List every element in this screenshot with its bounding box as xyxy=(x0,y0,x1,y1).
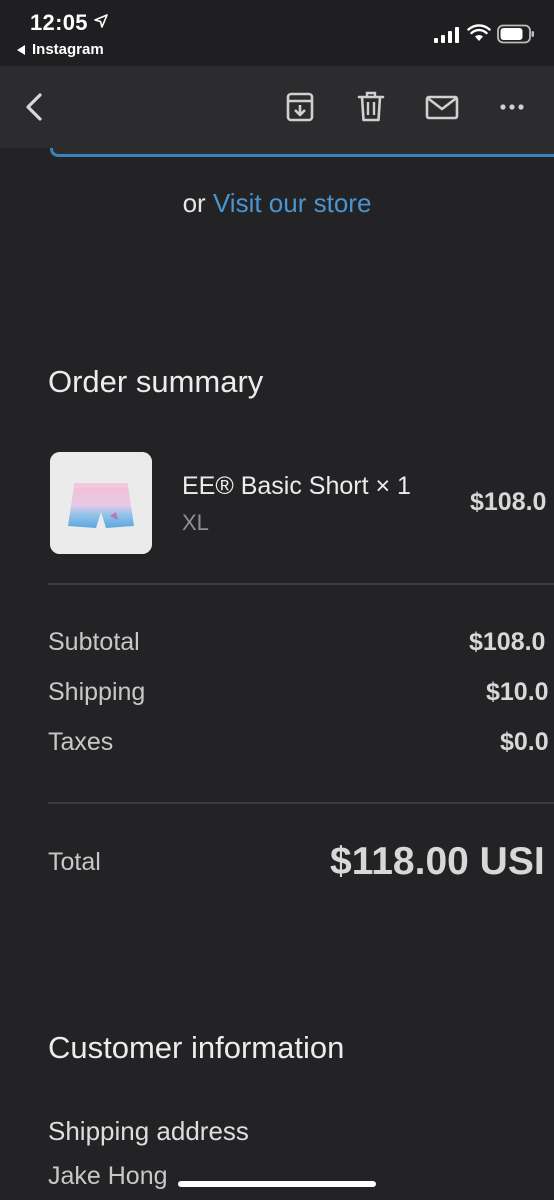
customer-name: Jake Hong xyxy=(48,1162,168,1190)
visit-store-prefix: or xyxy=(182,188,206,218)
status-bar: 12:05 Instagram xyxy=(0,0,554,66)
total-label: Total xyxy=(48,848,101,876)
trash-icon xyxy=(357,91,385,122)
shorts-image xyxy=(50,452,152,554)
delete-button[interactable] xyxy=(351,87,391,127)
product-thumbnail xyxy=(50,452,152,554)
mail-icon xyxy=(425,95,459,120)
product-price: $108.0 xyxy=(470,488,547,516)
shipping-value: $10.0 xyxy=(486,678,549,706)
product-name: EE® Basic Short × 1 xyxy=(182,472,411,500)
more-button[interactable] xyxy=(492,87,532,127)
subtotal-label: Subtotal xyxy=(48,628,140,656)
archive-icon xyxy=(286,92,314,122)
subtotal-value: $108.0 xyxy=(469,628,546,656)
back-button[interactable] xyxy=(14,87,54,127)
battery-icon xyxy=(497,24,534,44)
home-indicator[interactable] xyxy=(178,1181,376,1187)
visit-store-line: or Visit our store xyxy=(0,188,554,219)
back-to-app-arrow-icon[interactable] xyxy=(16,44,26,56)
taxes-label: Taxes xyxy=(48,728,114,756)
visit-store-link[interactable]: Visit our store xyxy=(213,188,371,218)
location-arrow-icon xyxy=(94,14,108,28)
archive-button[interactable] xyxy=(280,87,320,127)
product-variant: XL xyxy=(182,510,209,535)
customer-information-title: Customer information xyxy=(48,1030,345,1065)
status-time: 12:05 xyxy=(30,10,88,35)
mail-toolbar xyxy=(0,66,554,148)
wifi-icon xyxy=(467,24,491,41)
taxes-value: $0.0 xyxy=(500,728,549,756)
shipping-label: Shipping xyxy=(48,678,146,706)
back-to-app-label[interactable]: Instagram xyxy=(32,41,104,58)
email-screen: 12:05 Instagram or Visit our store Order… xyxy=(0,0,554,1200)
cellular-signal-icon xyxy=(434,27,459,43)
back-chevron-icon xyxy=(26,93,42,121)
order-summary-title: Order summary xyxy=(48,364,264,399)
divider xyxy=(48,583,554,585)
divider xyxy=(48,802,554,804)
total-value: $118.00 USI xyxy=(330,840,545,883)
mark-unread-button[interactable] xyxy=(422,87,462,127)
more-icon xyxy=(500,104,524,110)
shipping-address-label: Shipping address xyxy=(48,1116,249,1146)
